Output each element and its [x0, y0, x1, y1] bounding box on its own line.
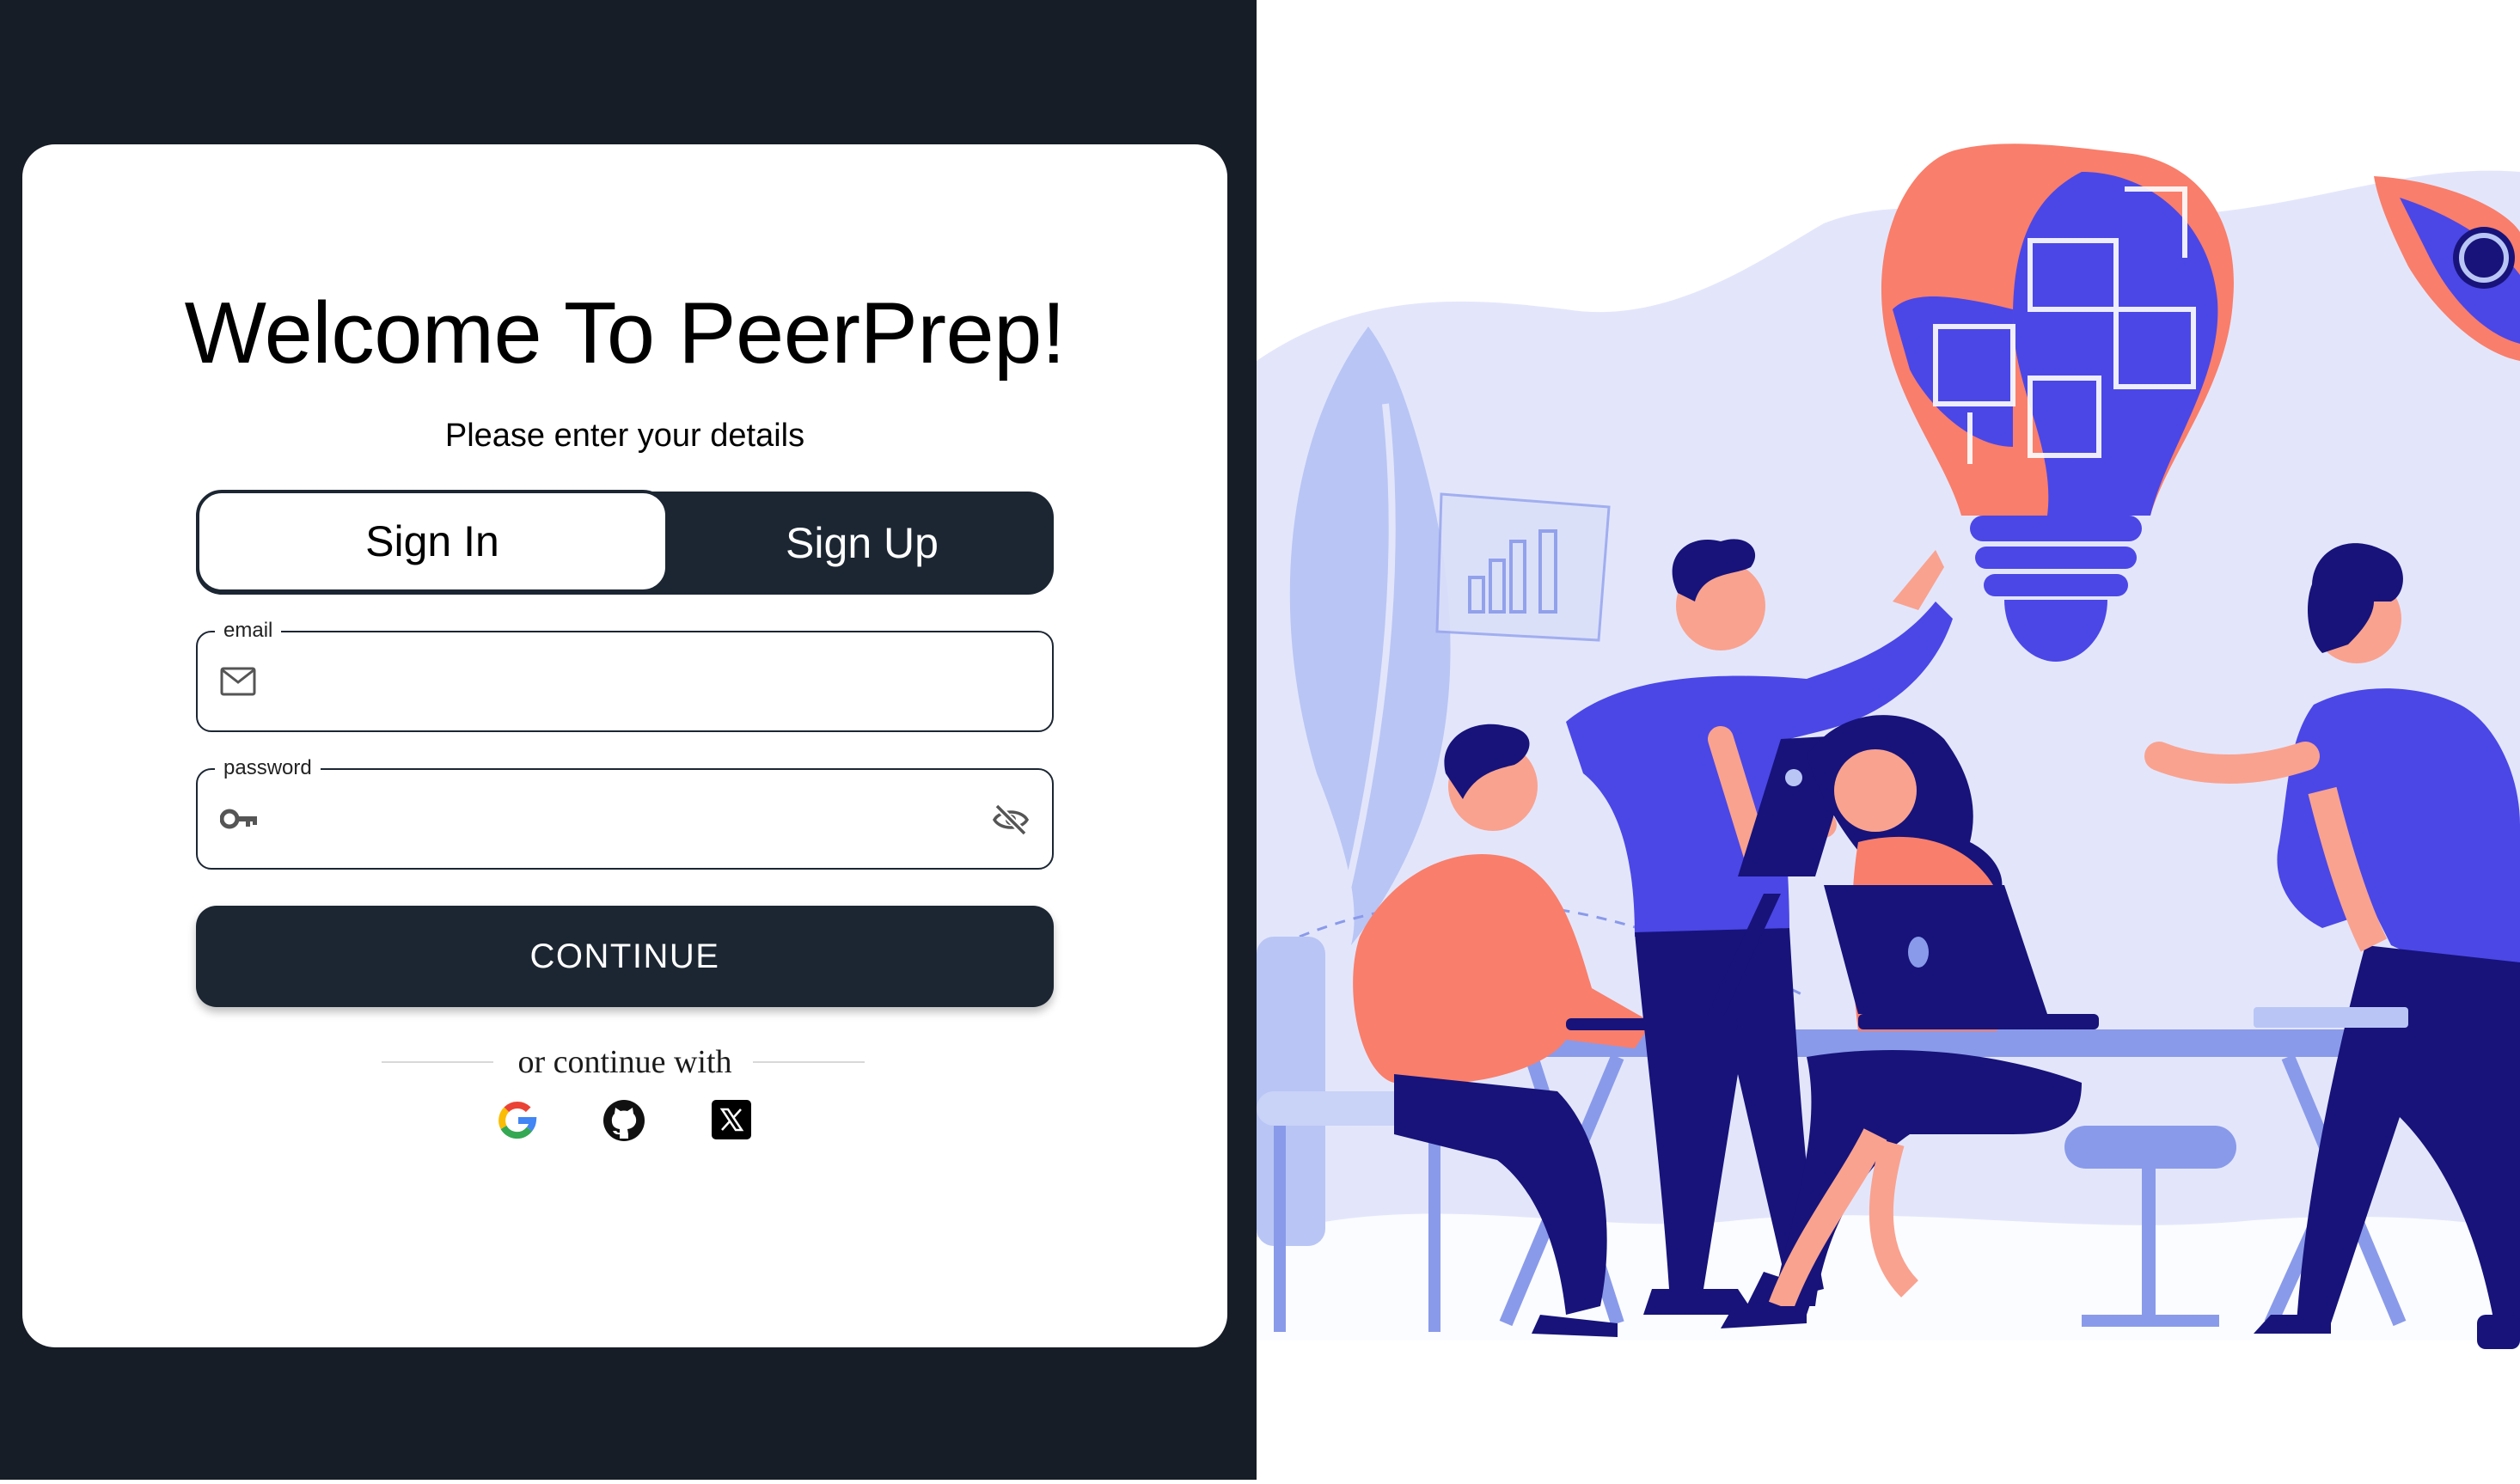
google-icon[interactable] [495, 1098, 540, 1143]
email-field-label: email [215, 618, 282, 644]
auth-mode-toggle: Sign In Sign Up [196, 490, 1054, 595]
continue-button[interactable]: CONTINUE [196, 906, 1054, 1007]
email-field[interactable]: email [196, 618, 1054, 732]
sign-up-tab[interactable]: Sign Up [670, 492, 1054, 595]
page-subtitle: Please enter your details [444, 418, 805, 454]
key-icon [219, 806, 260, 836]
notebook-icon [2254, 1007, 2408, 1028]
github-icon[interactable] [602, 1098, 646, 1143]
left-pane: Welcome To PeerPrep! Please enter your d… [0, 0, 1257, 1480]
eye-off-icon[interactable] [992, 803, 1030, 841]
x-icon[interactable] [710, 1098, 755, 1143]
password-field[interactable]: password [196, 755, 1054, 870]
teamwork-illustration [1257, 0, 2520, 1480]
divider-right [753, 1061, 865, 1063]
password-input[interactable] [284, 787, 940, 854]
sign-in-tab[interactable]: Sign In [196, 490, 669, 593]
email-input[interactable] [284, 650, 940, 717]
chart-card-icon [1435, 492, 1611, 642]
mail-icon [220, 665, 256, 702]
password-field-label: password [215, 755, 321, 781]
or-continue-with-text: or continue with [517, 1044, 732, 1080]
page-title: Welcome To PeerPrep! [184, 285, 1066, 382]
